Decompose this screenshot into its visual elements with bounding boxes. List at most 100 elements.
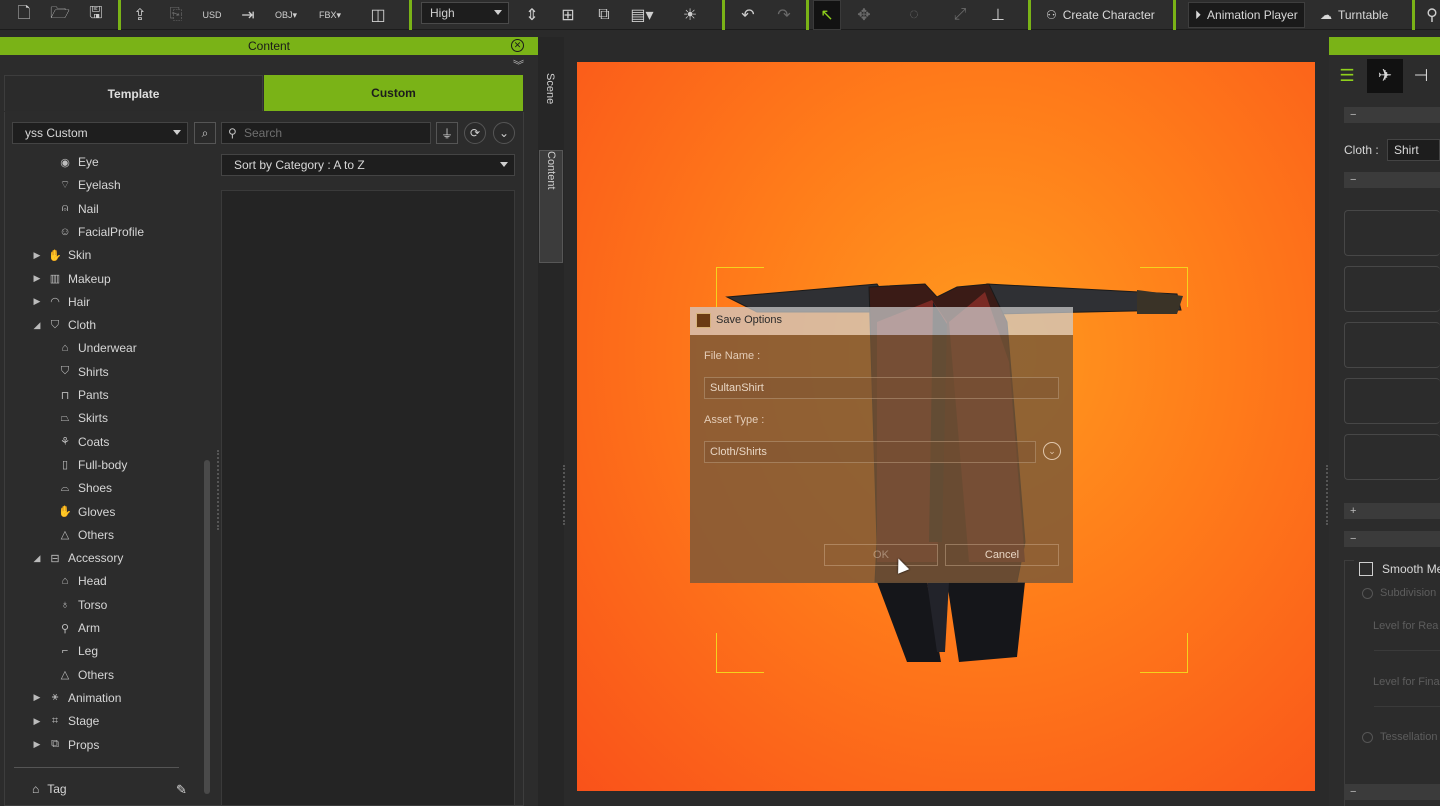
new-file-icon[interactable]: 🗋 [12, 3, 36, 27]
tree-item[interactable]: ▶ ⚹ Animation [32, 687, 122, 709]
import-icon[interactable]: ⇪ [128, 3, 152, 27]
refresh-icon[interactable]: ⟳ [464, 122, 486, 144]
tag-row[interactable]: ⌂ Tag [32, 782, 67, 796]
obj-export-icon[interactable]: OBJ▾ [274, 3, 298, 27]
tessellation-radio[interactable] [1362, 732, 1373, 743]
material-slot[interactable] [1344, 434, 1440, 480]
section-expand-bar[interactable]: + [1344, 503, 1440, 519]
animation-player-button[interactable]: ⏵ Animation Player [1188, 2, 1305, 28]
tab-content-vertical[interactable]: Content [539, 150, 563, 263]
create-character-button[interactable]: ⚇ Create Character [1040, 2, 1161, 28]
turntable-button[interactable]: ☁ Turntable [1314, 2, 1394, 28]
export-arrow-icon[interactable]: ⇥ [236, 3, 260, 27]
tab-scene[interactable]: Scene [539, 73, 563, 149]
select-tool-icon[interactable]: ↖ [813, 0, 841, 30]
tree-item[interactable]: ✋ Gloves [58, 501, 115, 523]
tree-item[interactable]: ◢ ⊟ Accessory [32, 547, 124, 569]
tree-item[interactable]: ⌔ Eyelash [58, 174, 121, 196]
tab-custom[interactable]: Custom [264, 75, 523, 111]
save-icon[interactable]: 🖫 [84, 3, 108, 27]
tree-item[interactable]: ⌓ Shoes [58, 477, 112, 499]
tree-item[interactable]: ◉ Eye [58, 151, 99, 173]
display-mode-icon[interactable]: ▤▾ [630, 3, 654, 27]
motion-icon[interactable]: ✈ [1367, 59, 1403, 93]
ok-button[interactable]: OK [824, 544, 938, 566]
asset-type-select[interactable]: Cloth/Shirts [704, 441, 1036, 463]
scale-tool-icon[interactable]: ⤢ [948, 3, 972, 27]
frame-icon[interactable]: ⊞ [556, 3, 580, 27]
section-collapse-bar[interactable]: − [1344, 172, 1440, 188]
tree-item[interactable]: ⛉ Shirts [58, 361, 109, 383]
expanded-arrow-icon[interactable]: ◢ [32, 320, 42, 331]
tree-item[interactable]: ▯ Full-body [58, 454, 127, 476]
sort-select[interactable]: Sort by Category : A to Z [221, 154, 515, 176]
slider-track[interactable] [1374, 706, 1440, 707]
smooth-mesh-checkbox[interactable] [1359, 562, 1373, 576]
subdivision-radio[interactable] [1362, 588, 1373, 599]
tree-item[interactable]: ⚲ Arm [58, 617, 100, 639]
preview-icon[interactable]: ◫ [366, 3, 390, 27]
render-quality-select[interactable]: High [421, 2, 509, 24]
tree-item[interactable]: ⚘ Coats [58, 431, 109, 453]
tab-template[interactable]: Template [4, 75, 263, 111]
collapsed-arrow-icon[interactable]: ▶ [32, 739, 42, 750]
align-icon[interactable]: ⇕ [520, 3, 544, 27]
collapsed-arrow-icon[interactable]: ▶ [32, 296, 42, 307]
tree-item[interactable]: ⊓ Pants [58, 384, 109, 406]
filter-icon[interactable]: ⏚ [436, 122, 458, 144]
material-slot[interactable] [1344, 322, 1440, 368]
move-tool-icon[interactable]: ✥ [852, 3, 876, 27]
collapse-chevron-icon[interactable]: ︾ [513, 57, 524, 73]
camera-icon[interactable]: ⧉ [592, 3, 616, 27]
collapsed-arrow-icon[interactable]: ▶ [32, 250, 42, 261]
fbx-export-icon[interactable]: FBX▾ [318, 3, 342, 27]
user-icon[interactable]: ⚲ [1420, 3, 1440, 27]
tree-item[interactable]: △ Others [58, 524, 114, 546]
tree-item[interactable]: ▶ ◠ Hair [32, 291, 90, 313]
usd-export-icon[interactable]: USD [200, 3, 224, 27]
tree-item[interactable]: △ Others [58, 664, 114, 686]
sliders-icon[interactable]: ☰ [1329, 59, 1365, 93]
tree-item[interactable]: ☺ FacialProfile [58, 221, 144, 243]
tree-item[interactable]: ⌐ Leg [58, 640, 98, 662]
collapsed-arrow-icon[interactable]: ▶ [32, 692, 42, 703]
material-slot[interactable] [1344, 266, 1440, 312]
dialog-title-bar[interactable]: Save Options [690, 307, 1073, 335]
collapsed-arrow-icon[interactable]: ▶ [32, 716, 42, 727]
close-icon[interactable]: ✕ [511, 39, 524, 52]
search-input[interactable]: ⚲ Search [221, 122, 431, 144]
light-icon[interactable]: ☀ [678, 3, 702, 27]
options-chevron-icon[interactable]: ⌄ [493, 122, 515, 144]
tree-scrollbar[interactable] [204, 460, 210, 794]
tree-item[interactable]: ▶ ▥ Makeup [32, 268, 111, 290]
section-collapse-bar[interactable]: − [1344, 531, 1440, 547]
tree-item[interactable]: ⌂ Head [58, 570, 107, 592]
tree-item[interactable]: ▶ ✋ Skin [32, 244, 92, 266]
tree-item[interactable]: ▶ ⧉ Props [32, 734, 100, 756]
tree-item[interactable]: ⍝ Nail [58, 198, 99, 220]
cancel-button[interactable]: Cancel [945, 544, 1059, 566]
content-grid[interactable] [221, 190, 515, 806]
section-collapse-bar[interactable]: − [1344, 107, 1440, 123]
3d-viewport[interactable]: Save Options File Name : SultanShirt Ass… [577, 62, 1315, 791]
tree-item[interactable]: ⌂ Underwear [58, 337, 137, 359]
tree-item[interactable]: ◢ ⛉ Cloth [32, 314, 96, 336]
library-select[interactable]: yss Custom [12, 122, 188, 144]
cloth-select[interactable]: Shirt [1387, 139, 1440, 161]
section-collapse-bar[interactable]: − [1344, 784, 1440, 800]
dropdown-chevron-icon[interactable]: ⌄ [1043, 442, 1061, 460]
slider-track[interactable] [1374, 650, 1440, 651]
edit-pencil-icon[interactable]: ✎ [176, 782, 187, 798]
undo-icon[interactable]: ↶ [736, 3, 760, 27]
collapsed-arrow-icon[interactable]: ▶ [32, 273, 42, 284]
attach-icon[interactable]: ⊣ [1403, 59, 1439, 93]
file-name-field[interactable]: SultanShirt [704, 377, 1059, 399]
panel-splitter[interactable] [217, 450, 221, 530]
folder-search-icon[interactable]: ⌕ [194, 122, 216, 144]
pivot-icon[interactable]: ⊥ [986, 3, 1010, 27]
tree-item[interactable]: ♁ Torso [58, 594, 107, 616]
viewport-splitter[interactable] [563, 465, 567, 525]
tree-item[interactable]: ⏢ Skirts [58, 407, 108, 429]
expanded-arrow-icon[interactable]: ◢ [32, 553, 42, 564]
open-folder-icon[interactable]: 🗁 [48, 3, 72, 27]
